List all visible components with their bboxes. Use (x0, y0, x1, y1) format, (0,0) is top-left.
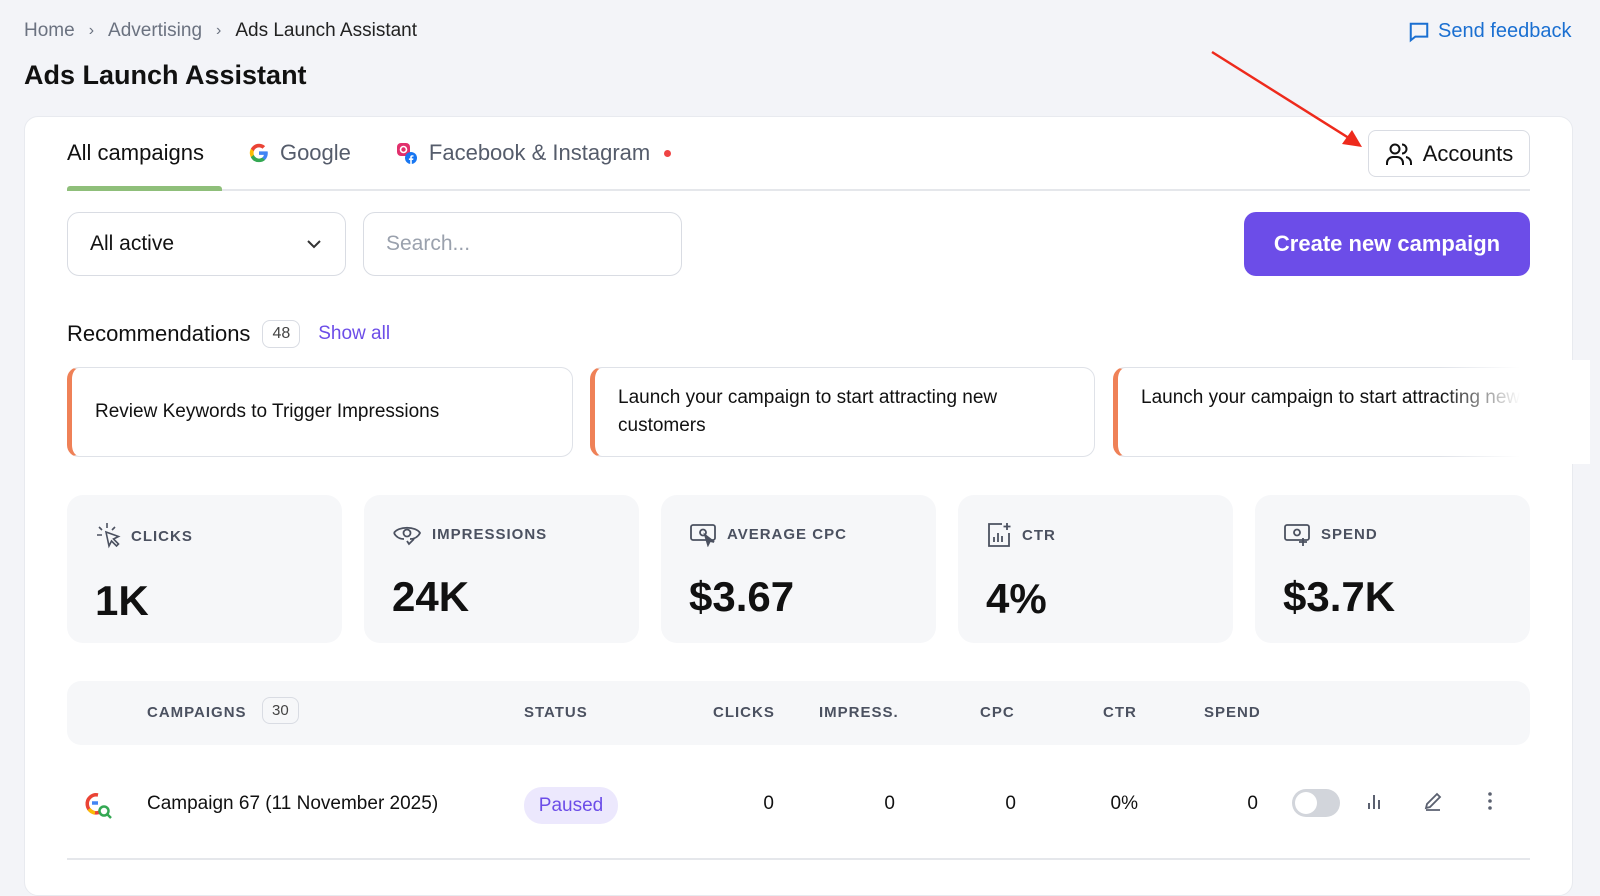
stat-value: $3.7K (1283, 573, 1396, 620)
send-feedback-label: Send feedback (1438, 20, 1572, 42)
breadcrumb-advertising[interactable]: Advertising (108, 20, 202, 42)
page-title: Ads Launch Assistant (24, 60, 307, 90)
stat-label: SPEND (1321, 525, 1378, 543)
chevron-right-icon: › (216, 22, 222, 39)
bar-chart-icon[interactable] (1364, 792, 1384, 812)
more-options-icon[interactable] (1480, 790, 1500, 812)
tab-label: Facebook & Instagram (428, 140, 651, 165)
stat-card-ctr: CTR 4% (958, 495, 1233, 643)
stat-label: AVERAGE CPC (727, 525, 847, 543)
stat-label: CTR (1022, 526, 1056, 544)
tab-label: Google (279, 140, 351, 165)
cell-cpc: 0 (1005, 793, 1016, 814)
breadcrumb: Home › Advertising › Ads Launch Assistan… (24, 20, 417, 42)
google-ads-icon (85, 793, 112, 819)
row-divider (67, 858, 1530, 860)
column-clicks[interactable]: CLICKS (713, 704, 775, 721)
campaign-enabled-toggle[interactable] (1292, 789, 1340, 817)
stat-label: CLICKS (131, 527, 193, 545)
status-badge: Paused (524, 787, 618, 824)
chevron-right-icon: › (88, 22, 95, 39)
tab-facebook-instagram[interactable]: Facebook & Instagram (395, 136, 672, 170)
stat-card-impressions: IMPRESSIONS 24K (364, 495, 639, 643)
edit-icon[interactable] (1422, 790, 1444, 812)
stat-label: IMPRESSIONS (432, 525, 548, 543)
recommendations-header: Recommendations 48 Show all (67, 320, 390, 348)
status-filter-dropdown[interactable]: All active (67, 212, 346, 276)
column-cpc[interactable]: CPC (980, 704, 1015, 721)
recommendation-card[interactable]: Review Keywords to Trigger Impressions (67, 367, 573, 457)
send-feedback-link[interactable]: Send feedback (1408, 20, 1571, 43)
campaigns-count: 30 (262, 697, 299, 724)
recommendations-title: Recommendations (67, 321, 251, 346)
recommendation-card[interactable]: Launch your campaign to start attracting… (590, 367, 1095, 457)
eye-icon (393, 526, 422, 546)
create-campaign-button[interactable]: Create new campaign (1244, 212, 1530, 276)
search-input[interactable] (363, 212, 682, 276)
cell-impressions: 0 (884, 793, 895, 814)
active-tab-indicator (67, 186, 222, 191)
message-icon (1409, 22, 1429, 42)
stat-card-average-cpc: AVERAGE CPC $3.67 (661, 495, 936, 643)
recommendations-count: 48 (262, 320, 301, 348)
column-campaigns[interactable]: CAMPAIGNS (147, 704, 247, 721)
breadcrumb-home[interactable]: Home (24, 20, 75, 42)
status-filter-value: All active (90, 232, 175, 255)
show-all-link[interactable]: Show all (318, 323, 390, 345)
stat-value: 24K (392, 573, 470, 620)
stat-card-spend: SPEND $3.7K (1255, 495, 1530, 643)
facebook-instagram-icon (396, 143, 417, 164)
tab-all-campaigns[interactable]: All campaigns (67, 136, 204, 170)
stat-value: $3.67 (689, 573, 795, 620)
column-spend[interactable]: SPEND (1204, 704, 1261, 721)
accounts-button[interactable]: Accounts (1368, 130, 1530, 177)
money-cursor-icon (690, 524, 716, 547)
tab-label: All campaigns (67, 140, 204, 165)
cursor-click-icon (97, 523, 121, 549)
stat-value: 1K (95, 577, 149, 624)
google-icon (249, 143, 268, 163)
chart-icon (988, 523, 1011, 547)
users-icon (1385, 143, 1412, 165)
campaign-name[interactable]: Campaign 67 (11 November 2025) (147, 793, 438, 815)
accounts-label: Accounts (1422, 140, 1514, 166)
breadcrumb-current: Ads Launch Assistant (235, 20, 418, 41)
cell-clicks: 0 (763, 793, 774, 814)
notification-dot (664, 149, 672, 157)
tab-google[interactable]: Google (248, 136, 351, 170)
tabs-divider (67, 189, 1530, 191)
stat-value: 4% (986, 575, 1047, 622)
platform-tabs: All campaigns Google Facebook & Instagra… (67, 136, 672, 170)
cell-spend: 0 (1247, 793, 1258, 814)
chevron-down-icon (307, 240, 321, 249)
column-impressions[interactable]: IMPRESS. (819, 704, 899, 721)
money-plus-icon (1284, 524, 1310, 546)
annotation-arrow (1211, 50, 1362, 147)
column-status[interactable]: STATUS (524, 704, 588, 721)
carousel-fade (1440, 360, 1540, 464)
stat-card-clicks: CLICKS 1K (67, 495, 342, 643)
cell-ctr: 0% (1110, 793, 1138, 814)
column-ctr[interactable]: CTR (1103, 704, 1137, 721)
